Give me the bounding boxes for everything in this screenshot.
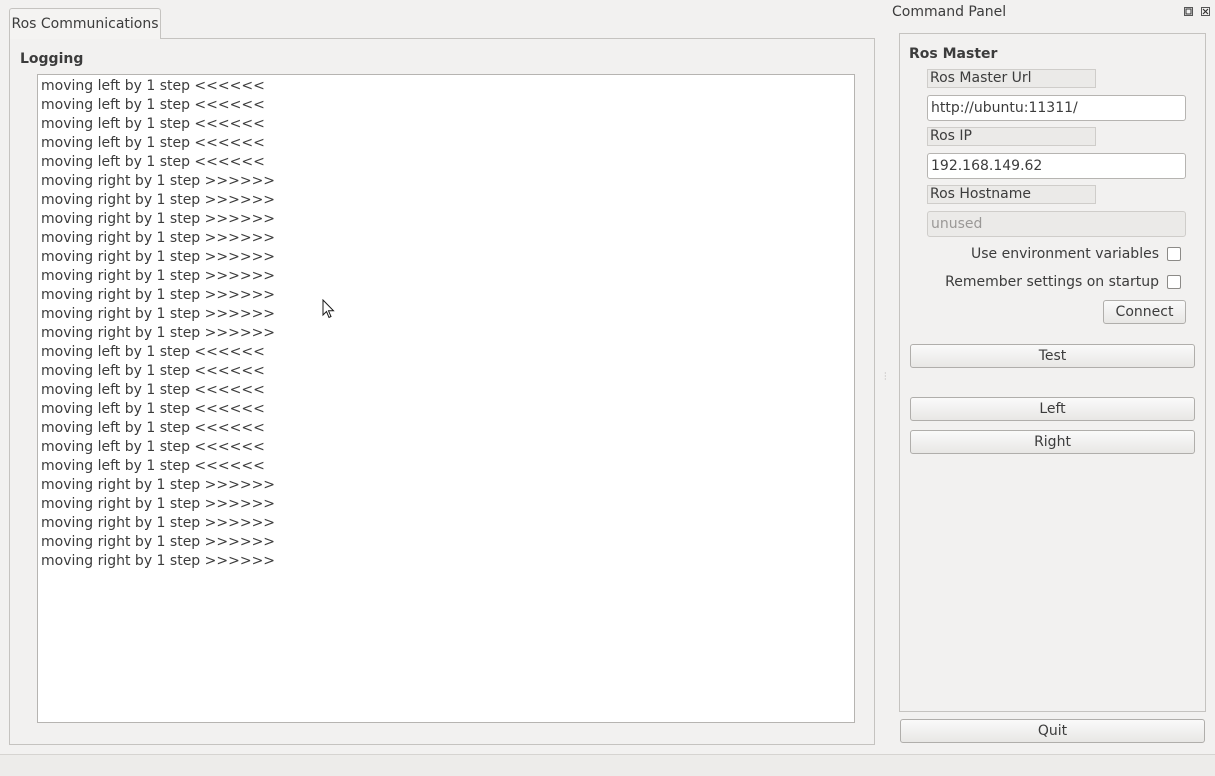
ros-master-title: Ros Master (909, 46, 998, 62)
ros-ip-label: Ros IP (927, 127, 1096, 146)
remember-settings-checkbox[interactable] (1167, 275, 1181, 289)
log-line: moving left by 1 step <<<<<< (41, 154, 265, 170)
ros-master-url-label: Ros Master Url (927, 69, 1096, 88)
log-line: moving left by 1 step <<<<<< (41, 344, 265, 360)
log-line: moving right by 1 step >>>>>> (41, 173, 276, 189)
tab-ros-communications[interactable]: Ros Communications (9, 8, 161, 39)
ros-hostname-label: Ros Hostname (927, 185, 1096, 204)
logging-title: Logging (20, 51, 84, 67)
log-line: moving right by 1 step >>>>>> (41, 496, 276, 512)
ros-hostname-input[interactable] (927, 211, 1186, 237)
log-line: moving right by 1 step >>>>>> (41, 553, 276, 569)
log-line: moving left by 1 step <<<<<< (41, 78, 265, 94)
use-env-vars-checkbox[interactable] (1167, 247, 1181, 261)
log-line: moving right by 1 step >>>>>> (41, 230, 276, 246)
tab-label: Ros Communications (11, 16, 159, 32)
command-panel-title: Command Panel (892, 4, 1007, 20)
remember-settings-row[interactable]: Remember settings on startup (945, 273, 1181, 291)
log-line: moving right by 1 step >>>>>> (41, 477, 276, 493)
log-line: moving left by 1 step <<<<<< (41, 135, 265, 151)
right-button[interactable]: Right (910, 430, 1195, 454)
test-button[interactable]: Test (910, 344, 1195, 368)
log-line: moving right by 1 step >>>>>> (41, 306, 276, 322)
log-line: moving left by 1 step <<<<<< (41, 439, 265, 455)
log-line: moving right by 1 step >>>>>> (41, 268, 276, 284)
connect-button[interactable]: Connect (1103, 300, 1186, 324)
quit-button[interactable]: Quit (900, 719, 1205, 743)
log-line: moving right by 1 step >>>>>> (41, 249, 276, 265)
log-line: moving right by 1 step >>>>>> (41, 534, 276, 550)
left-button[interactable]: Left (910, 397, 1195, 421)
log-line: moving left by 1 step <<<<<< (41, 363, 265, 379)
log-line: moving left by 1 step <<<<<< (41, 420, 265, 436)
log-line: moving right by 1 step >>>>>> (41, 192, 276, 208)
ros-ip-input[interactable] (927, 153, 1186, 179)
close-icon[interactable] (1201, 7, 1210, 16)
ros-master-url-input[interactable] (927, 95, 1186, 121)
float-icon[interactable] (1184, 7, 1193, 16)
log-line: moving left by 1 step <<<<<< (41, 382, 265, 398)
splitter-handle[interactable]: · · · (884, 370, 888, 384)
mouse-cursor-icon (322, 299, 335, 319)
log-line: moving left by 1 step <<<<<< (41, 458, 265, 474)
log-line: moving right by 1 step >>>>>> (41, 325, 276, 341)
logging-list[interactable]: moving left by 1 step <<<<<< moving left … (37, 74, 855, 723)
log-line: moving right by 1 step >>>>>> (41, 211, 276, 227)
log-line: moving right by 1 step >>>>>> (41, 515, 276, 531)
log-line: moving left by 1 step <<<<<< (41, 97, 265, 113)
log-line: moving right by 1 step >>>>>> (41, 287, 276, 303)
log-line: moving left by 1 step <<<<<< (41, 116, 265, 132)
remember-settings-label: Remember settings on startup (945, 274, 1159, 290)
use-env-vars-row[interactable]: Use environment variables (971, 245, 1181, 263)
log-line: moving left by 1 step <<<<<< (41, 401, 265, 417)
status-bar (0, 754, 1215, 776)
use-env-vars-label: Use environment variables (971, 246, 1159, 262)
